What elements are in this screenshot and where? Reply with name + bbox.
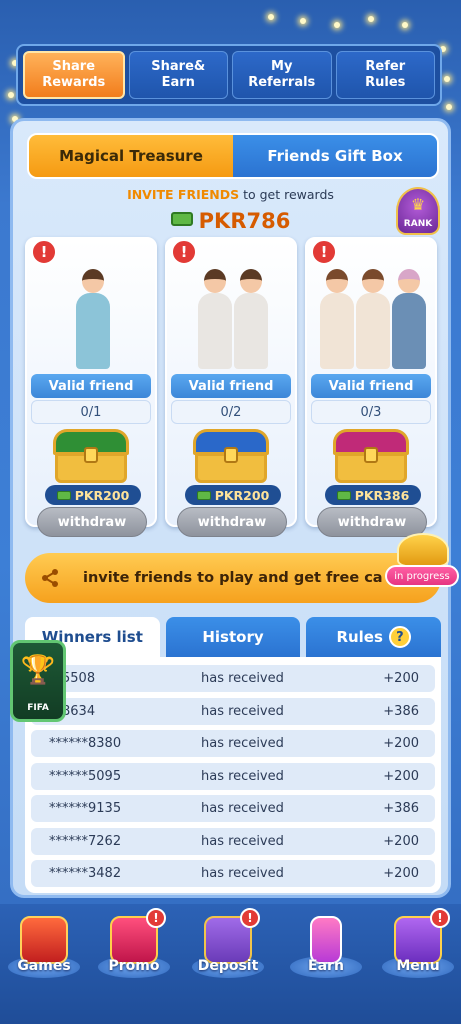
reward-card-1: ! Valid friend 0/1 PKR200 withdraw (25, 237, 157, 537)
nav-promo[interactable]: ! Promo (94, 908, 174, 990)
rank-button[interactable]: RANK (396, 187, 440, 235)
list-item: ******3482 has received +200 (31, 860, 435, 887)
list-item: ******8380 has received +200 (31, 730, 435, 757)
list-item: ******7262 has received +200 (31, 827, 435, 855)
treasure-chest-icon (333, 429, 409, 483)
alert-icon: ! (311, 239, 337, 265)
invite-highlight: INVITE FRIENDS (127, 187, 240, 202)
treasure-chest-icon (193, 429, 269, 483)
total-prize-amount: PKR786 (198, 209, 291, 233)
magic-lamp-icon (397, 533, 449, 567)
friend-progress: 0/1 (31, 400, 151, 424)
reward-card-3: ! Valid friend 0/3 PKR386 withdraw (305, 237, 437, 537)
alert-icon: ! (171, 239, 197, 265)
slot-machine-icon (20, 916, 68, 964)
list-item: ******5095 has received +200 (31, 762, 435, 790)
tab-share-rewards[interactable]: Share Rewards (23, 51, 125, 99)
cash-icon (56, 490, 71, 500)
rank-label: RANK (403, 219, 433, 229)
nav-label: Promo (108, 958, 160, 974)
notification-badge: ! (430, 908, 450, 928)
list-item: **5508 has received +200 (31, 665, 435, 692)
friends-illustration (315, 251, 431, 369)
fifa-trophy-button[interactable]: FIFA (10, 640, 66, 722)
winners-list: **5508 has received +200 **8634 has receive… (25, 657, 441, 893)
notification-badge: ! (146, 908, 166, 928)
invite-friends-banner[interactable]: invite friends to play and get free ca (25, 553, 441, 603)
reward-card-2: ! Valid friend 0/2 PKR200 withdraw (165, 237, 297, 537)
treasure-chest-icon (53, 429, 129, 483)
total-prize: PKR786 (13, 209, 448, 233)
top-tab-bar: Share Rewards Share& Earn My Referrals R… (16, 44, 442, 106)
reward-type-switch: Magical Treasure Friends Gift Box (27, 133, 439, 179)
tab-rules[interactable]: Rules ? (306, 617, 442, 657)
nav-games[interactable]: Games (4, 910, 84, 990)
nav-label: Deposit (197, 958, 259, 974)
notification-badge: ! (240, 908, 260, 928)
nav-label: Menu (396, 958, 440, 974)
valid-friend-label: Valid friend (311, 374, 431, 398)
friends-illustration (35, 251, 151, 369)
list-tab-bar: Winners list History Rules ? (25, 617, 442, 657)
reward-amount: PKR386 (325, 485, 421, 505)
cash-icon (170, 212, 193, 226)
invite-rest: to get rewards (239, 187, 334, 202)
nav-deposit[interactable]: ! Deposit (188, 908, 268, 990)
reward-amount: PKR200 (45, 485, 141, 505)
tab-my-referrals[interactable]: My Referrals (232, 51, 332, 99)
rules-label: Rules (336, 628, 383, 646)
rewards-panel: Magical Treasure Friends Gift Box INVITE… (10, 118, 459, 898)
in-progress-badge[interactable]: in progress (385, 565, 459, 587)
withdraw-button[interactable]: withdraw (177, 507, 287, 537)
tab-magical-treasure[interactable]: Magical Treasure (29, 135, 233, 177)
tab-refer-rules[interactable]: Refer Rules (335, 51, 435, 99)
cash-icon (196, 490, 211, 500)
cash-icon (336, 490, 351, 500)
valid-friend-label: Valid friend (31, 374, 151, 398)
friend-progress: 0/2 (171, 400, 291, 424)
invite-instruction: INVITE FRIENDS to get rewards (13, 187, 448, 202)
alert-icon: ! (31, 239, 57, 265)
friend-progress: 0/3 (311, 400, 431, 424)
phone-icon (310, 916, 342, 964)
valid-friend-label: Valid friend (171, 374, 291, 398)
fifa-label: FIFA (27, 703, 49, 713)
reward-amount: PKR200 (185, 485, 281, 505)
tab-share-earn[interactable]: Share& Earn (128, 51, 228, 99)
share-icon (35, 563, 65, 593)
friends-illustration (175, 251, 291, 369)
invite-banner-text: invite friends to play and get free ca (83, 570, 383, 586)
nav-earn[interactable]: Earn (286, 910, 366, 990)
list-item: **8634 has received +386 (31, 697, 435, 725)
nav-label: Games (17, 958, 71, 974)
bottom-nav: Games ! Promo ! Deposit Earn ! Menu (0, 904, 461, 1024)
tab-friends-gift-box[interactable]: Friends Gift Box (233, 135, 437, 177)
tab-history[interactable]: History (165, 617, 301, 657)
nav-menu[interactable]: ! Menu (378, 908, 458, 990)
nav-label: Earn (308, 958, 344, 974)
withdraw-button[interactable]: withdraw (317, 507, 427, 537)
help-icon: ? (388, 626, 411, 648)
withdraw-button[interactable]: withdraw (37, 507, 147, 537)
list-item: ******9135 has received +386 (31, 795, 435, 822)
